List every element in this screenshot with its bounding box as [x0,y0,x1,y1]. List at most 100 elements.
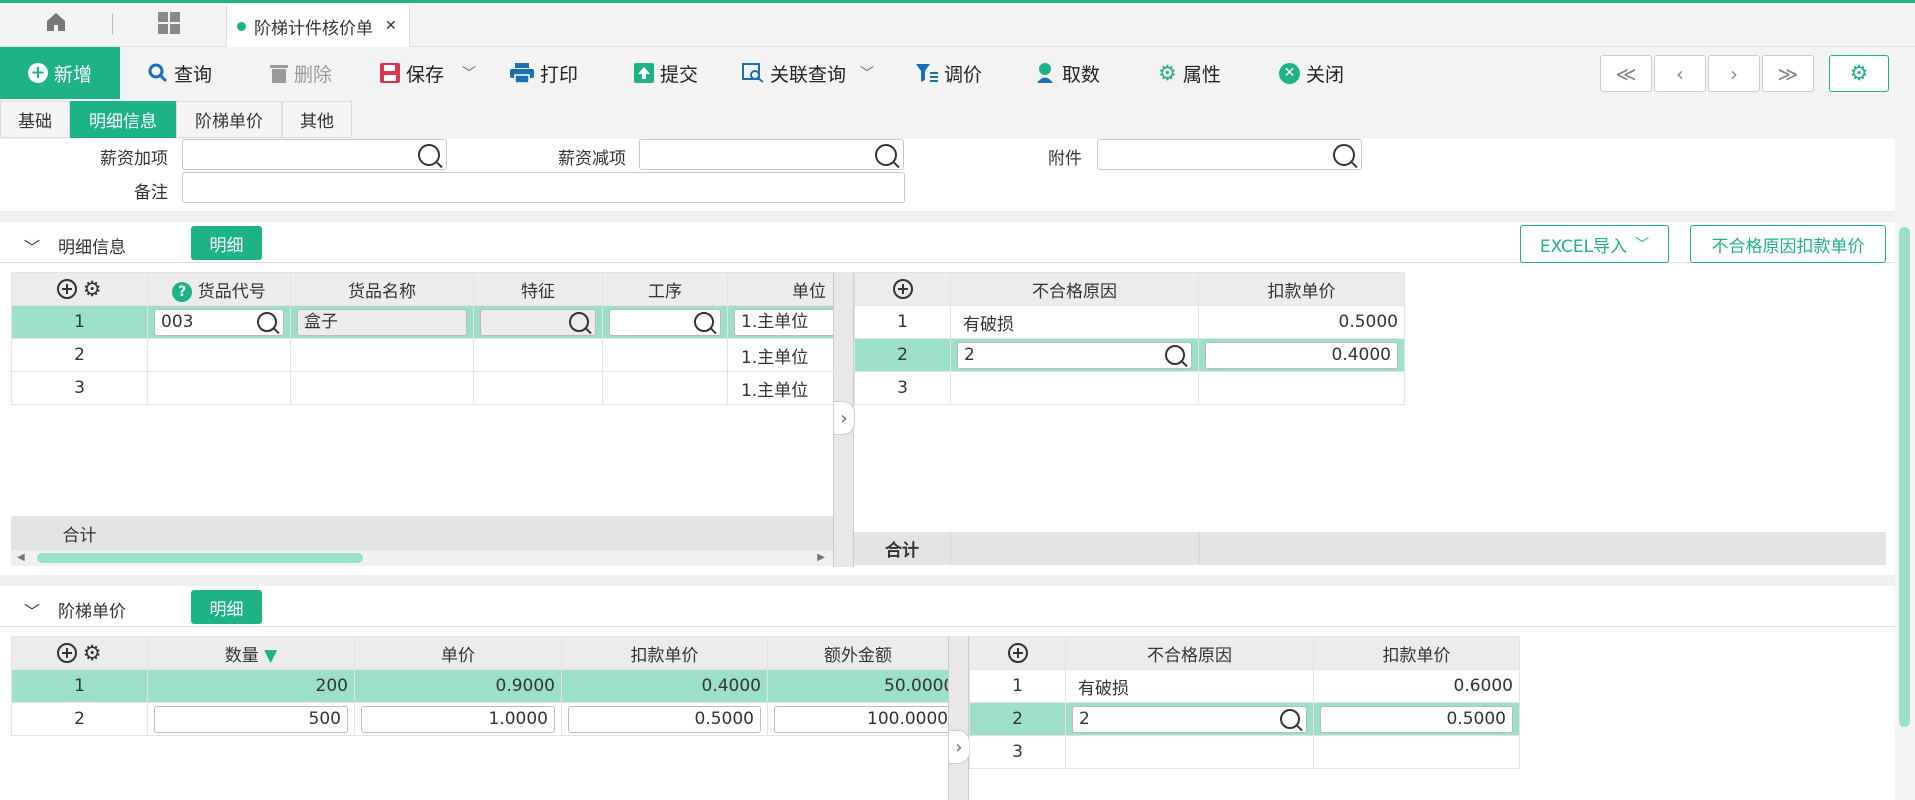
gear-icon[interactable]: ⚙ [83,642,102,664]
add-row-icon[interactable] [57,279,78,299]
table-row[interactable]: 1 003 盒子 1.主单位 [11,305,833,339]
search-icon[interactable] [257,311,277,332]
add-row-icon[interactable] [57,643,78,663]
price-cell[interactable]: 1.0000 [354,702,562,736]
col-header-qty[interactable]: 数量 ▼ [147,636,355,670]
delete-button[interactable]: 删除 [270,47,332,99]
filter-icon[interactable]: ▼ [264,646,277,666]
reason-cell[interactable]: 2 [950,338,1199,372]
adjust-price-button[interactable]: 调价 [916,47,982,99]
price-cell[interactable]: 0.5000 [1198,305,1405,339]
process-input[interactable] [609,308,721,336]
reason-cell[interactable] [950,371,1199,405]
tab-detail-info[interactable]: 明细信息 [70,101,176,138]
process-cell[interactable] [602,338,728,372]
price-input[interactable]: 0.4000 [1205,341,1398,369]
reason-price-button[interactable]: 不合格原因扣款单价 [1690,225,1886,263]
table-row[interactable]: 1 200 0.9000 0.4000 50.0000 [11,669,968,703]
table-row[interactable]: 2 1.主单位 [11,338,833,372]
col-header-price[interactable]: 单价 [354,636,562,670]
search-icon[interactable] [1165,344,1185,365]
name-cell[interactable] [290,338,474,372]
table-row[interactable]: 3 [969,735,1520,769]
properties-button[interactable]: ⚙ 属性 [1158,47,1221,99]
table-row[interactable]: 3 [854,371,1405,405]
search-icon[interactable] [875,144,897,166]
scroll-thumb[interactable] [1899,227,1910,727]
vertical-scrollbar[interactable] [1895,99,1915,800]
code-cell[interactable] [147,338,291,372]
remark-field[interactable] [182,172,905,203]
table-row[interactable]: 2 500 1.0000 0.5000 100.0000 [11,702,968,736]
chevron-down-icon[interactable]: ﹀ [462,63,476,83]
feature-cell[interactable] [473,371,603,405]
add-row-icon[interactable] [892,279,913,299]
price-cell[interactable] [1198,371,1405,405]
collapse-chevron-icon[interactable]: ﹀ [24,234,40,258]
price-cell[interactable]: 0.6000 [1313,669,1520,703]
name-input[interactable]: 盒子 [297,308,467,336]
col-header-reason[interactable]: 不合格原因 [1065,636,1314,670]
col-header-deduct[interactable]: 扣款单价 [561,636,768,670]
col-header-unit[interactable]: 单位 [727,272,833,306]
col-header-deduct-price[interactable]: 扣款单价 [1198,272,1405,306]
col-header-reason[interactable]: 不合格原因 [950,272,1199,306]
search-icon[interactable] [569,311,589,332]
add-row-icon[interactable] [1007,643,1028,663]
deduct-input[interactable]: 0.5000 [568,705,761,733]
qty-cell[interactable]: 500 [147,702,355,736]
reason-cell[interactable]: 2 [1065,702,1314,736]
tab-step-price[interactable]: 阶梯单价 [176,101,282,138]
code-input[interactable]: 003 [154,308,284,336]
new-button[interactable]: + 新增 [0,47,120,99]
extra-cell[interactable]: 50.0000 [767,669,968,703]
reason-cell[interactable] [1065,735,1314,769]
table-row[interactable]: 3 1.主单位 [11,371,833,405]
deduct-cell[interactable]: 0.5000 [561,702,768,736]
table-row[interactable]: 1 有破损 0.5000 [854,305,1405,339]
fetch-button[interactable]: 取数 [1034,47,1100,99]
prev-page-button[interactable]: ‹ [1654,55,1706,92]
reason-cell[interactable]: 有破损 [1065,669,1314,703]
unit-input[interactable]: 1.主单位 [734,308,833,336]
table-row[interactable]: 2 2 0.4000 [854,338,1405,372]
detail-button[interactable]: 明细 [191,226,262,260]
col-header-extra[interactable]: 额外金额 [767,636,968,670]
search-icon[interactable] [694,311,714,332]
qty-input[interactable]: 500 [154,705,348,733]
scroll-thumb[interactable] [37,553,363,563]
detail-button[interactable]: 明细 [191,590,262,624]
grid-apps-icon[interactable] [158,12,180,34]
col-header-process[interactable]: 工序 [602,272,728,306]
col-header-feature[interactable]: 特征 [473,272,603,306]
unit-cell[interactable]: 1.主单位 [727,371,833,405]
attachment-field[interactable] [1097,139,1362,170]
excel-import-button[interactable]: EXCEL导入 ﹀ [1520,225,1669,263]
table-row[interactable]: 2 2 0.5000 [969,702,1520,736]
settings-button[interactable]: ⚙ [1829,55,1889,92]
save-button[interactable]: 保存 ﹀ [380,47,476,99]
process-cell[interactable] [602,305,728,339]
close-button[interactable]: ✕ 关闭 [1279,47,1344,99]
first-page-button[interactable]: ≪ [1600,55,1652,92]
col-header-code[interactable]: ? 货品代号 [147,272,291,306]
reason-input[interactable]: 2 [1072,705,1307,733]
help-icon[interactable]: ? [172,281,193,302]
code-cell[interactable]: 003 [147,305,291,339]
search-icon[interactable] [1280,708,1300,729]
horizontal-scrollbar[interactable]: ◀ ▶ [11,550,833,566]
code-cell[interactable] [147,371,291,405]
name-cell[interactable] [290,371,474,405]
reason-cell[interactable]: 有破损 [950,305,1199,339]
tab-other[interactable]: 其他 [282,101,352,138]
feature-cell[interactable] [473,338,603,372]
unit-cell[interactable]: 1.主单位 [727,305,833,339]
name-cell[interactable]: 盒子 [290,305,474,339]
scroll-right-icon[interactable]: ▶ [817,552,825,563]
expand-right-icon[interactable]: › [948,730,970,764]
price-input[interactable]: 0.5000 [1320,705,1513,733]
salary-sub-field[interactable] [639,139,904,170]
last-page-button[interactable]: ≫ [1762,55,1814,92]
query-button[interactable]: 查询 [148,47,212,99]
close-icon[interactable]: ✕ [385,18,397,34]
